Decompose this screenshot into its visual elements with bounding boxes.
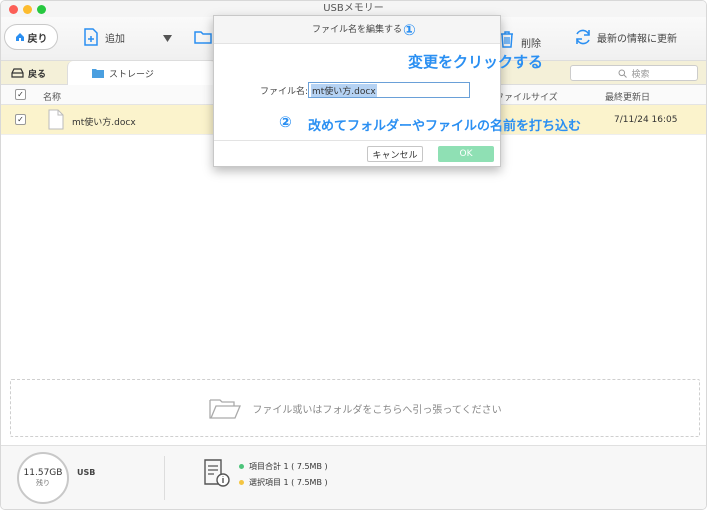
tab-storage[interactable]: ストレージ bbox=[67, 61, 217, 85]
search-input[interactable]: 検索 bbox=[570, 65, 698, 81]
document-icon bbox=[48, 109, 64, 130]
window-title: USBメモリー bbox=[323, 3, 384, 14]
app-window: USBメモリー 戻り 追加 変更 削除 最新の情報に更新 bbox=[0, 0, 707, 510]
add-button-label: 追加 bbox=[105, 33, 125, 45]
footer-divider bbox=[164, 456, 165, 500]
delete-button[interactable]: 削除 bbox=[497, 27, 541, 50]
capacity-gauge: 11.57GB 残り bbox=[17, 452, 69, 504]
drive-icon bbox=[11, 68, 24, 78]
cancel-button[interactable]: キャンセル bbox=[367, 146, 423, 162]
status-footer: 11.57GB 残り USB 項目合計 1 ( 7.5MB ) 選択項目 1 (… bbox=[1, 445, 706, 509]
search-placeholder: 検索 bbox=[631, 69, 650, 80]
selected-items-stat: 選択項目 1 ( 7.5MB ) bbox=[239, 477, 328, 488]
step-2-instruction: 改めてフォルダーやファイルの名前を打ち込む bbox=[308, 119, 582, 134]
file-info-icon bbox=[204, 459, 230, 487]
search-icon bbox=[618, 69, 628, 78]
step-2-number: ② bbox=[279, 113, 292, 131]
back-button-label: 戻り bbox=[27, 33, 48, 45]
capacity-remaining-label: 残り bbox=[36, 479, 50, 487]
zoom-window-button[interactable] bbox=[37, 5, 46, 14]
dialog-title: ファイル名を編集する bbox=[214, 16, 500, 44]
chevron-down-icon bbox=[163, 35, 172, 42]
drop-zone[interactable]: ファイル或いはフォルダをこちらへ引っ張ってください bbox=[10, 379, 700, 437]
minimize-window-button[interactable] bbox=[23, 5, 32, 14]
refresh-button-label: 最新の情報に更新 bbox=[597, 33, 677, 45]
folder-icon bbox=[92, 69, 104, 78]
tab-storage-label: ストレージ bbox=[109, 69, 154, 80]
capacity-value: 11.57GB bbox=[23, 468, 63, 478]
row-file-name: mt使い方.docx bbox=[72, 118, 136, 128]
column-header-modified[interactable]: 最終更新日 bbox=[605, 90, 650, 103]
total-items-stat: 項目合計 1 ( 7.5MB ) bbox=[239, 461, 328, 472]
folder-icon bbox=[194, 31, 212, 44]
refresh-button[interactable]: 最新の情報に更新 bbox=[573, 27, 677, 47]
nav-back-label: 戻る bbox=[28, 69, 47, 80]
selected-items-text: 選択項目 1 ( 7.5MB ) bbox=[249, 478, 328, 487]
file-add-icon bbox=[84, 28, 98, 46]
back-button[interactable]: 戻り bbox=[4, 24, 58, 50]
home-icon bbox=[15, 33, 24, 41]
refresh-icon bbox=[576, 29, 590, 45]
step-1-instruction: 変更をクリックする bbox=[408, 53, 544, 71]
total-dot bbox=[239, 464, 244, 469]
column-header-size[interactable]: ファイルサイズ bbox=[495, 90, 558, 103]
step-1-number: ① bbox=[403, 21, 416, 39]
dialog-separator bbox=[214, 140, 500, 141]
nav-back-button[interactable]: 戻る bbox=[5, 64, 52, 82]
total-items-text: 項目合計 1 ( 7.5MB ) bbox=[249, 462, 328, 471]
row-modified-date: 7/11/24 16:05 bbox=[614, 115, 678, 125]
file-name-input-value: mt使い方.docx bbox=[311, 83, 377, 97]
rename-dialog: ファイル名を編集する ファイル名: mt使い方.docx キャンセル OK bbox=[213, 15, 501, 167]
device-label: USB bbox=[77, 468, 96, 477]
folder-open-icon bbox=[209, 399, 242, 419]
column-header-name[interactable]: 名称 bbox=[43, 90, 61, 103]
close-window-button[interactable] bbox=[9, 5, 18, 14]
select-all-checkbox[interactable]: ✓ bbox=[15, 89, 26, 100]
file-name-input[interactable]: mt使い方.docx bbox=[308, 82, 470, 98]
add-button[interactable]: 追加 bbox=[81, 27, 125, 47]
selected-dot bbox=[239, 480, 244, 485]
drop-zone-text: ファイル或いはフォルダをこちらへ引っ張ってください bbox=[252, 404, 502, 416]
delete-button-label: 削除 bbox=[521, 39, 541, 50]
row-checkbox[interactable]: ✓ bbox=[15, 114, 26, 125]
file-name-label: ファイル名: bbox=[260, 87, 309, 97]
folder-button[interactable] bbox=[193, 27, 213, 47]
ok-button[interactable]: OK bbox=[438, 146, 494, 162]
add-dropdown[interactable] bbox=[163, 35, 172, 42]
